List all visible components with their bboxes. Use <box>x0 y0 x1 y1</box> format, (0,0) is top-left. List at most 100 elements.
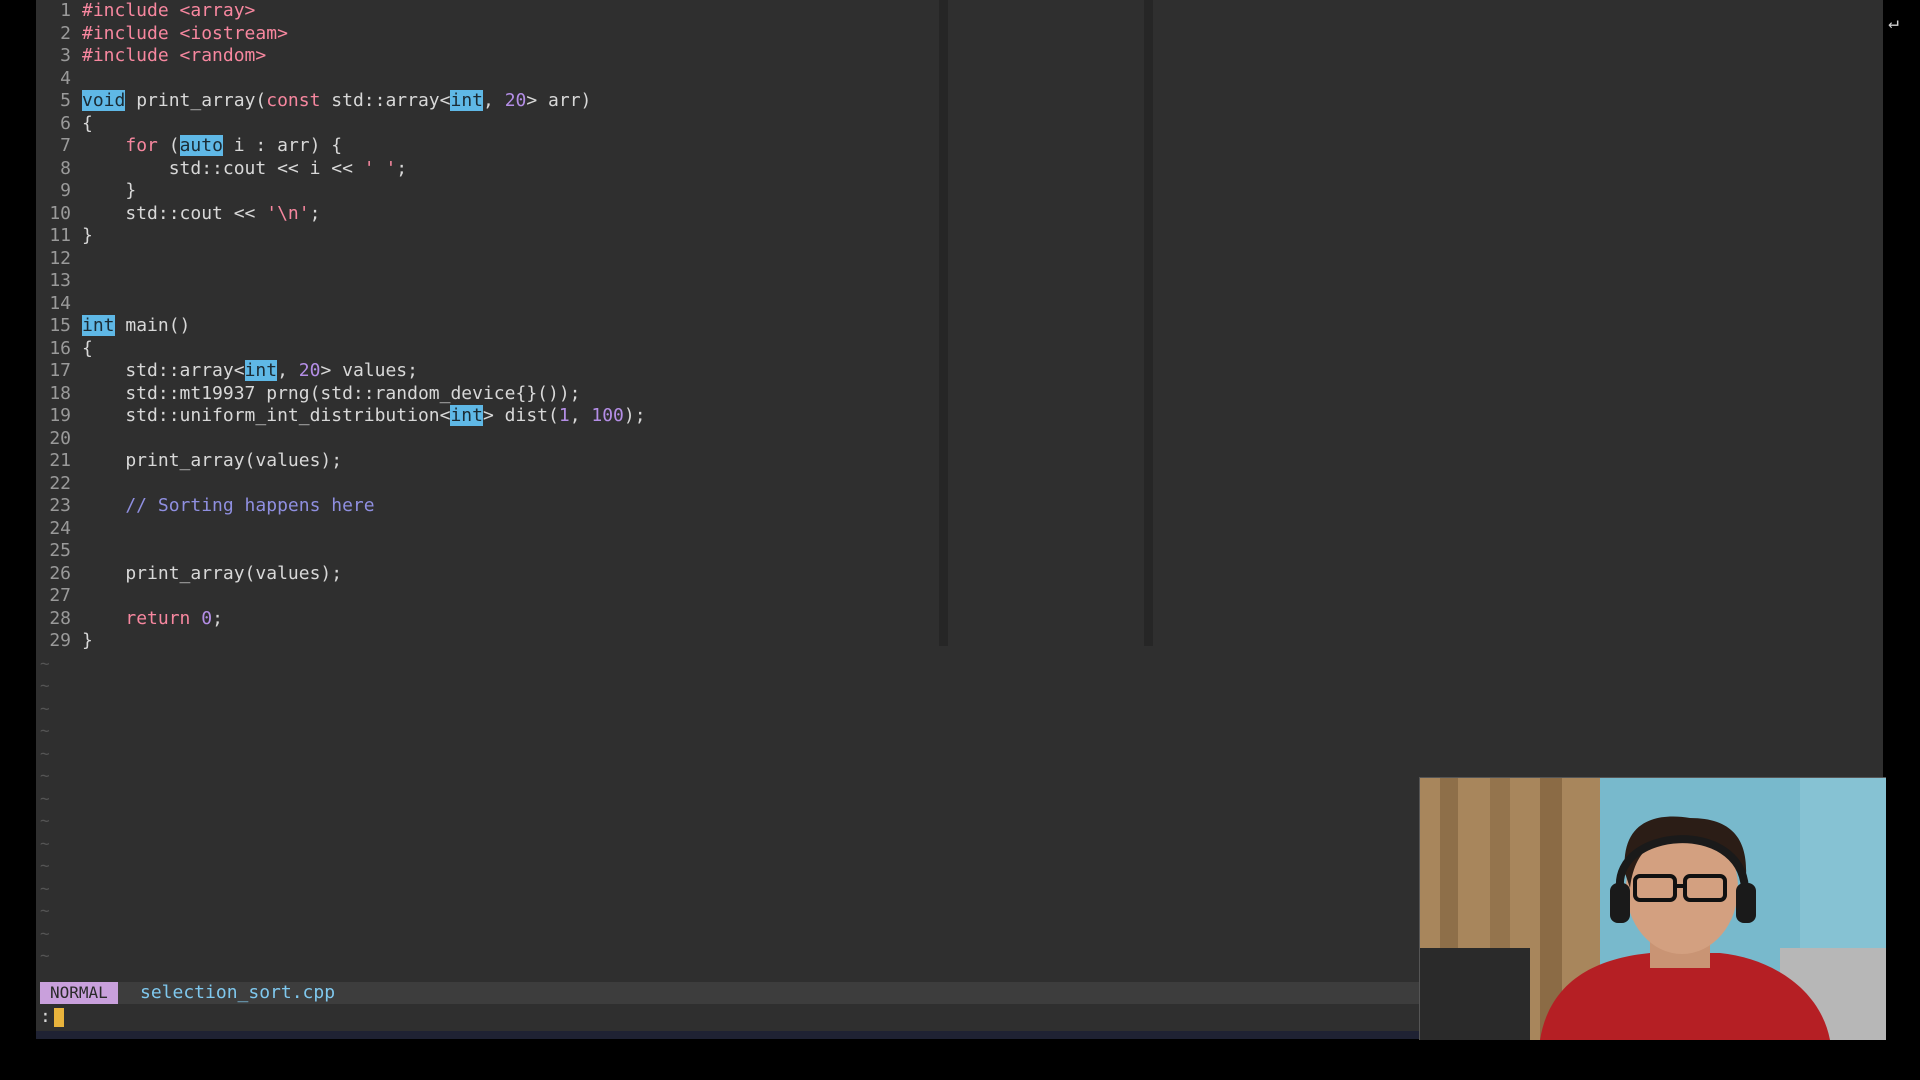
code-line[interactable]: 4 <box>36 68 936 90</box>
line-number: 26 <box>49 562 71 584</box>
return-arrow-icon: ↵ <box>1888 12 1899 33</box>
code-line[interactable]: 11} <box>36 225 936 247</box>
line-number: 16 <box>49 337 71 359</box>
code-token: } <box>82 180 137 201</box>
code-line[interactable]: 25 <box>36 540 936 562</box>
line-number: 11 <box>49 225 71 246</box>
line-number: 21 <box>49 450 71 471</box>
file-name: selection_sort.cpp <box>140 982 336 1003</box>
line-number: 22 <box>49 472 71 494</box>
code-token: } <box>82 630 93 651</box>
webcam-person-image <box>1420 778 1886 1040</box>
code-line[interactable]: 2 #include <iostream> <box>36 23 936 45</box>
line-number: 20 <box>49 427 71 449</box>
code-line[interactable]: 5 void print_array(const std::array<int, … <box>36 90 936 112</box>
code-line[interactable]: 17 std::array<int, 20> values; <box>36 360 936 382</box>
code-token: 1 <box>558 405 570 426</box>
code-token: std::uniform_int_distribution< <box>82 405 451 426</box>
line-text: { <box>82 113 93 135</box>
empty-line-marker: ~ <box>40 721 50 740</box>
code-line[interactable]: 19 std::uniform_int_distribution<int> di… <box>36 405 936 427</box>
line-number: 7 <box>60 135 71 156</box>
line-text: std::mt19937 prng(std::random_device{}()… <box>82 382 581 405</box>
code-line[interactable]: 8 std::cout << i << ' '; <box>36 158 936 180</box>
status-line: NORMAL selection_sort.cpp <box>40 982 1453 1004</box>
code-token: , <box>277 360 299 381</box>
code-line[interactable]: 16 { <box>36 338 936 360</box>
code-token: { <box>82 112 93 134</box>
code-token: } <box>82 225 93 246</box>
code-token: ); <box>623 405 646 426</box>
code-line[interactable]: 15 int main() <box>36 315 936 337</box>
line-number: 8 <box>60 157 71 179</box>
line-number: 17 <box>49 360 71 381</box>
code-token: ; <box>396 157 408 179</box>
code-line[interactable]: 29} <box>36 630 936 652</box>
code-line[interactable]: 1 #include <array> <box>36 0 936 22</box>
code-token: std::array< <box>82 360 245 381</box>
code-token: > arr) <box>526 90 592 111</box>
code-line[interactable]: 27 <box>36 585 936 607</box>
line-number: 28 <box>49 607 71 629</box>
search-highlight: auto <box>179 135 223 156</box>
code-line[interactable]: 7 for (auto i : arr) { <box>36 135 936 157</box>
search-highlight: int <box>450 90 483 111</box>
code-line[interactable]: 26 print_array(values); <box>36 563 936 585</box>
code-line[interactable]: 22 <box>36 473 936 495</box>
code-line[interactable]: 18 std::mt19937 prng(std::random_device{… <box>36 383 936 405</box>
code-token: // Sorting happens here <box>82 495 375 516</box>
code-token: #include <iostream> <box>82 22 288 44</box>
code-line[interactable]: 23 // Sorting happens here <box>36 495 936 517</box>
code-line[interactable]: 13 <box>36 270 936 292</box>
line-number: 1 <box>60 0 71 21</box>
code-line[interactable]: 21 print_array(values); <box>36 450 936 472</box>
code-line[interactable]: 6{ <box>36 113 936 135</box>
code-line[interactable]: 9 } <box>36 180 936 202</box>
line-number: 5 <box>60 90 71 111</box>
search-highlight: void <box>82 90 126 111</box>
line-number: 13 <box>49 270 71 291</box>
line-number: 25 <box>49 540 71 561</box>
window-bottom-strip <box>36 1031 1419 1039</box>
line-number: 19 <box>49 405 71 426</box>
code-line[interactable]: 12 <box>36 248 936 270</box>
empty-line-marker: ~ <box>40 901 50 920</box>
code-line[interactable]: 3 #include <random> <box>36 45 936 67</box>
empty-line-marker: ~ <box>40 878 50 898</box>
split-divider-right[interactable] <box>1144 0 1153 646</box>
empty-line-marker: ~ <box>40 766 50 785</box>
code-token: #include <random> <box>82 45 267 66</box>
code-line[interactable]: 24 <box>36 518 936 540</box>
code-line[interactable]: 10 std::cout << '\n'; <box>36 203 936 225</box>
line-number: 15 <box>49 315 71 336</box>
code-line[interactable]: 20 <box>36 428 936 450</box>
line-text: for (auto i : arr) { <box>82 135 342 157</box>
line-text: } <box>82 225 93 247</box>
line-number: 10 <box>49 202 71 224</box>
line-number: 27 <box>49 585 71 606</box>
code-line[interactable]: 14 <box>36 293 936 315</box>
webcam-overlay <box>1419 777 1886 1040</box>
line-text: #include <array> <box>82 0 255 22</box>
code-line[interactable]: 28 return 0; <box>36 608 936 630</box>
line-number: 12 <box>49 247 71 269</box>
mode-badge: NORMAL <box>40 982 118 1004</box>
line-number: 29 <box>49 630 71 651</box>
code-token: main() <box>114 315 191 336</box>
empty-line-marker: ~ <box>40 811 50 830</box>
line-number: 9 <box>60 180 71 201</box>
split-divider-left[interactable] <box>939 0 948 646</box>
command-line[interactable]: : <box>40 1006 64 1028</box>
code-token: ; <box>212 607 223 629</box>
command-prompt: : <box>40 1006 51 1027</box>
code-token: { <box>82 337 93 359</box>
line-text: #include <random> <box>82 45 266 67</box>
empty-line-marker: ~ <box>40 946 50 965</box>
empty-line-marker: ~ <box>40 923 50 943</box>
code-token: 20 <box>298 360 321 381</box>
code-token: std::mt19937 prng(std::random_device{}()… <box>82 382 581 404</box>
code-token: std::cout << i << <box>82 157 364 179</box>
line-text: } <box>82 180 136 202</box>
code-token: ( <box>157 135 180 156</box>
